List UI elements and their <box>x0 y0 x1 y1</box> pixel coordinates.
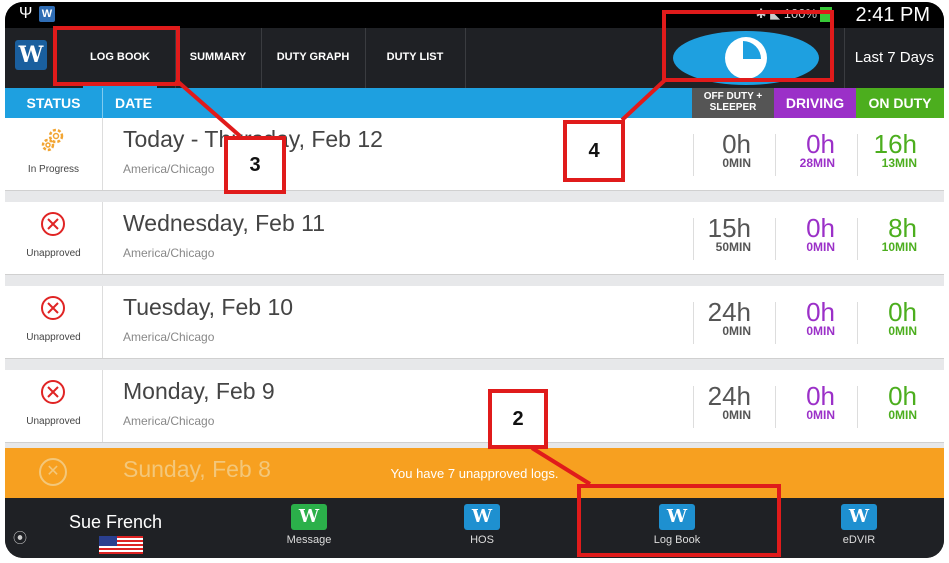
banner-message: You have 7 unapproved logs. <box>390 466 559 481</box>
on-duty-value: 8h 10MIN <box>881 213 917 254</box>
callout-box-eye <box>662 10 834 82</box>
clipboard-icon: W <box>841 504 877 530</box>
log-row[interactable]: In Progress Today - Thursday, Feb 12 Ame… <box>5 118 944 191</box>
x-circle-icon <box>41 296 65 320</box>
off-duty-value: 24h 0MIN <box>707 381 751 422</box>
callout-number-4: 4 <box>563 120 625 182</box>
envelope-icon: W <box>291 504 327 530</box>
on-duty-value: 0h 0MIN <box>888 297 917 338</box>
tab-duty-graph[interactable]: DUTY GRAPH <box>261 28 366 88</box>
column-header: STATUS DATE OFF DUTY + SLEEPER DRIVING ON… <box>5 88 944 118</box>
clock: 2:41 PM <box>855 4 930 26</box>
driving-value: 0h 28MIN <box>799 129 835 170</box>
tab-duty-list[interactable]: DUTY LIST <box>365 28 466 88</box>
log-date: Tuesday, Feb 10 <box>123 294 294 320</box>
header-on-duty: ON DUTY <box>856 88 944 118</box>
status-label: Unapproved <box>26 332 81 343</box>
off-duty-value: 0h 0MIN <box>722 129 751 170</box>
callout-box-log-book <box>53 26 180 86</box>
tab-summary[interactable]: SUMMARY <box>175 28 262 88</box>
app-notification-icon: W <box>39 6 55 22</box>
us-flag-icon <box>99 536 143 554</box>
log-row[interactable]: Unapproved Monday, Feb 9 America/Chicago… <box>5 370 944 443</box>
x-circle-icon <box>41 212 65 236</box>
status-label: Unapproved <box>26 416 81 427</box>
log-timezone: America/Chicago <box>123 246 215 260</box>
on-duty-value: 0h 0MIN <box>888 381 917 422</box>
callout-number-2: 2 <box>488 389 548 449</box>
callout-number-3: 3 <box>224 136 286 194</box>
nav-hos[interactable]: W HOS <box>432 504 532 546</box>
nav-message[interactable]: W Message <box>259 504 359 546</box>
wifi-icon: ⦿ <box>13 530 27 546</box>
log-date: Wednesday, Feb 11 <box>123 210 326 236</box>
log-timezone: America/Chicago <box>123 330 215 344</box>
status-label: In Progress <box>27 164 80 175</box>
header-off-duty: OFF DUTY + SLEEPER <box>692 88 774 118</box>
driving-value: 0h 0MIN <box>806 213 835 254</box>
status-cell: In Progress <box>5 118 103 190</box>
unapproved-logs-banner[interactable]: ✕ Sunday, Feb 8 You have 7 unapproved lo… <box>5 448 944 498</box>
log-row[interactable]: Unapproved Tuesday, Feb 10 America/Chica… <box>5 286 944 359</box>
status-cell: Unapproved <box>5 286 103 358</box>
status-label: Unapproved <box>26 248 81 259</box>
driving-value: 0h 0MIN <box>806 297 835 338</box>
log-timezone: America/Chicago <box>123 162 215 176</box>
folder-icon: W <box>464 504 500 530</box>
user-name: Sue French <box>69 512 163 532</box>
status-cell: Unapproved <box>5 370 103 442</box>
log-list: In Progress Today - Thursday, Feb 12 Ame… <box>5 118 944 498</box>
callout-box-log-book-nav <box>577 484 781 557</box>
header-status: STATUS <box>5 88 103 118</box>
usb-icon: Ψ <box>19 5 33 22</box>
status-cell: Unapproved <box>5 202 103 274</box>
gears-icon <box>41 128 64 152</box>
header-driving: DRIVING <box>774 88 856 118</box>
on-duty-value: 16h 13MIN <box>873 129 917 170</box>
log-date: Monday, Feb 9 <box>123 378 275 404</box>
log-row[interactable]: Unapproved Wednesday, Feb 11 America/Chi… <box>5 202 944 275</box>
nav-edvir[interactable]: W eDVIR <box>809 504 909 546</box>
range-selector[interactable]: Last 7 Days <box>843 28 934 88</box>
off-duty-value: 24h 0MIN <box>707 297 751 338</box>
driving-value: 0h 0MIN <box>806 381 835 422</box>
log-timezone: America/Chicago <box>123 414 215 428</box>
app-logo-icon: W <box>15 40 47 70</box>
off-duty-value: 15h 50MIN <box>707 213 751 254</box>
bottom-navigation: ⦿ Sue French W Message W HOS W Log Book … <box>5 498 944 558</box>
x-circle-icon <box>41 380 65 404</box>
header-date: DATE <box>115 95 153 111</box>
